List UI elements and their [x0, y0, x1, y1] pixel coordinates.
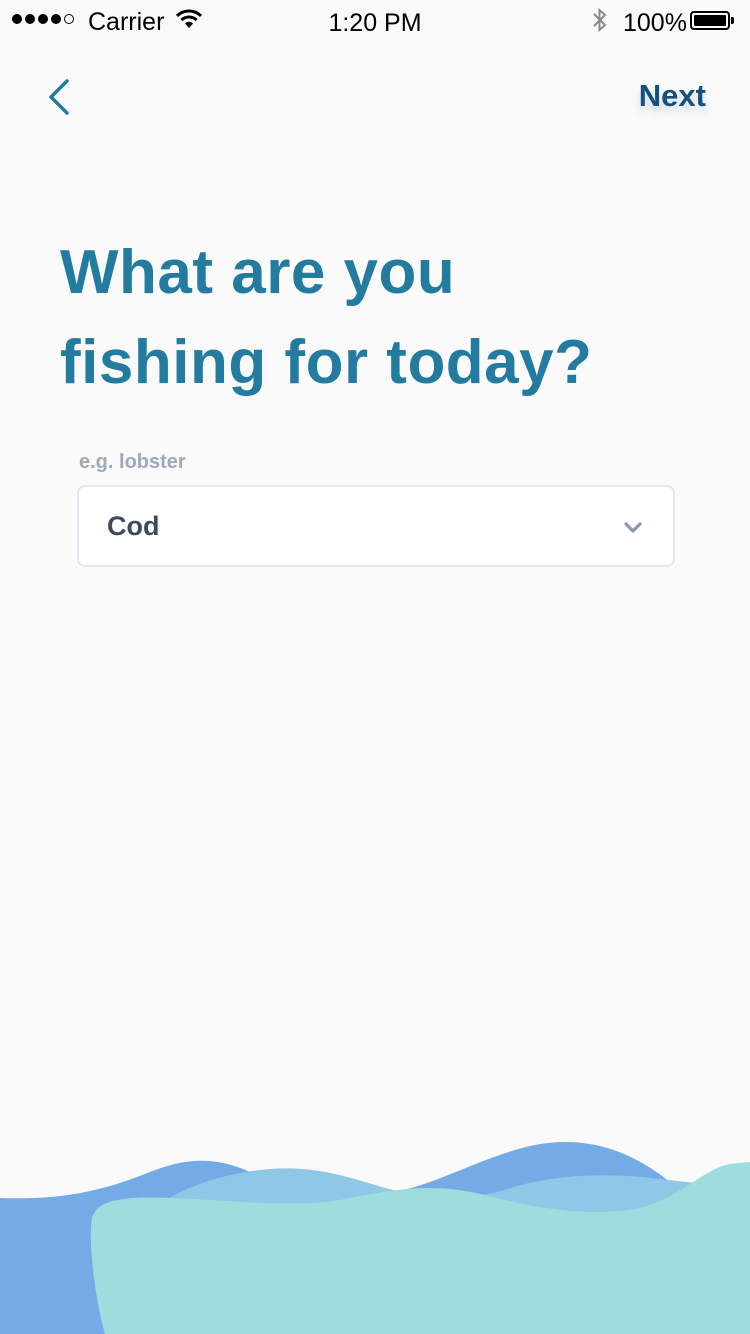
page-title: What are you fishing for today? — [60, 228, 700, 408]
field-hint-label: e.g. lobster — [79, 451, 186, 473]
chevron-down-icon — [624, 522, 642, 533]
battery-percent: 100% — [623, 9, 687, 37]
catch-select[interactable]: Cod — [77, 485, 675, 567]
status-bar: Carrier 1:20 PM 100% — [0, 0, 750, 40]
page-title-line-1: What are you — [60, 238, 456, 307]
catch-select-value: Cod — [107, 511, 160, 541]
battery-icon — [690, 11, 730, 30]
bluetooth-icon — [592, 6, 608, 41]
chevron-left-icon — [49, 79, 69, 115]
page-title-line-2: fishing for today? — [60, 328, 593, 397]
next-button[interactable]: Next — [639, 78, 706, 114]
waves-decoration — [0, 1142, 750, 1334]
back-button[interactable] — [40, 72, 80, 120]
battery-tip — [731, 17, 734, 24]
battery-level — [694, 15, 726, 26]
